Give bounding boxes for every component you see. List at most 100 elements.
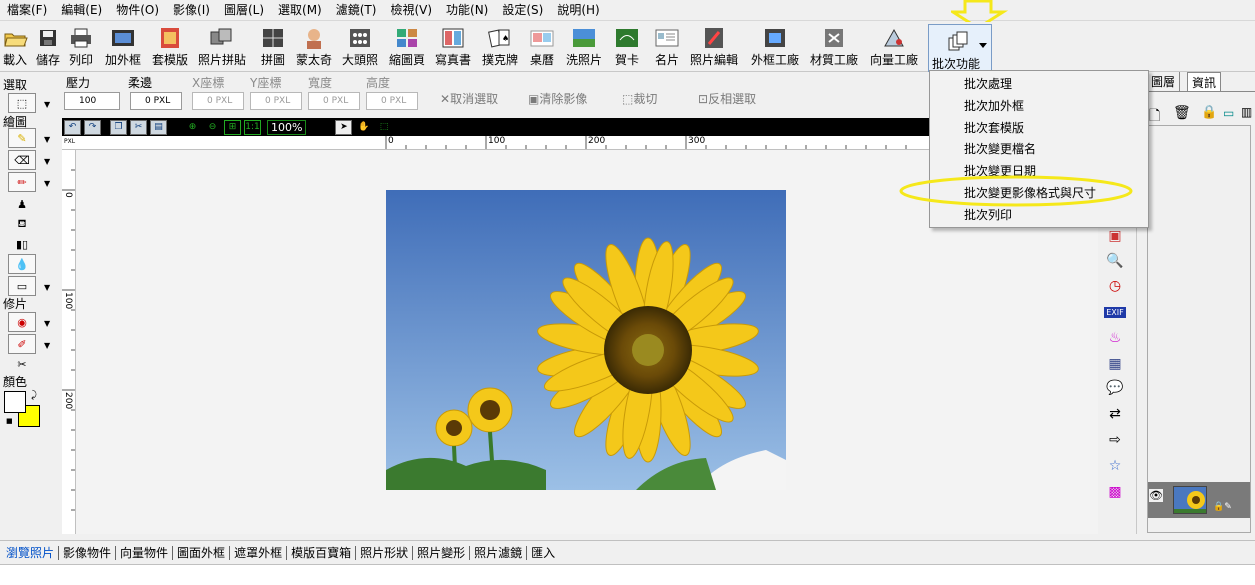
width-spinner[interactable]: 0 PXL bbox=[308, 92, 360, 110]
redo-button[interactable]: ↷ bbox=[84, 119, 101, 135]
menu-edit[interactable]: 編輯(E) bbox=[54, 0, 109, 21]
toolbar-button-montage[interactable]: 蒙太奇 bbox=[296, 24, 332, 70]
foreground-color-swatch[interactable] bbox=[4, 391, 26, 413]
arrow-button[interactable]: ⇨ bbox=[1104, 430, 1126, 450]
menu-item-batch-template[interactable]: 批次套模版 bbox=[964, 117, 1024, 139]
menu-view[interactable]: 檢視(V) bbox=[383, 0, 439, 21]
toolbar-button-print-photo[interactable]: 洗照片 bbox=[566, 24, 602, 70]
chevron-down-icon[interactable]: ▼ bbox=[44, 100, 50, 109]
tab-info[interactable]: 資訊 bbox=[1187, 72, 1222, 92]
clone-tool[interactable]: ✂ bbox=[8, 354, 36, 374]
retouch-brush-tool[interactable]: ✐ bbox=[8, 334, 36, 354]
menu-function[interactable]: 功能(N) bbox=[439, 0, 495, 21]
toolbar-button-calendar[interactable]: 桌曆 bbox=[529, 24, 555, 70]
clock-button[interactable]: ◷ bbox=[1104, 276, 1126, 296]
menu-image[interactable]: 影像(I) bbox=[166, 0, 217, 21]
red-eye-tool[interactable]: ◉ bbox=[8, 312, 36, 332]
menu-item-batch-frame[interactable]: 批次加外框 bbox=[964, 95, 1024, 117]
undo-button[interactable]: ↶ bbox=[64, 119, 81, 135]
tab-photo-filters[interactable]: 照片濾鏡 bbox=[470, 545, 528, 560]
chevron-down-icon[interactable]: ▼ bbox=[44, 179, 50, 188]
copy-button[interactable]: ❐ bbox=[110, 119, 127, 135]
menu-object[interactable]: 物件(O) bbox=[109, 0, 166, 21]
crop-button[interactable]: ⬚裁切 bbox=[622, 90, 657, 107]
toolbar-button-photo-book[interactable]: 寫真書 bbox=[435, 24, 471, 70]
menu-layer[interactable]: 圖層(L) bbox=[217, 0, 271, 21]
tab-vector-objects[interactable]: 向量物件 bbox=[116, 545, 174, 560]
toolbar-button-photo-edit[interactable]: 照片編輯 bbox=[690, 24, 738, 70]
menu-item-batch-rename[interactable]: 批次變更檔名 bbox=[964, 138, 1036, 160]
toolbar-button-template[interactable]: 套模版 bbox=[152, 24, 188, 70]
stamp-tool[interactable]: ♟ bbox=[8, 194, 36, 214]
y-spinner[interactable]: 0 PXL bbox=[250, 92, 302, 110]
invert-select-button[interactable]: ⊡反相選取 bbox=[698, 90, 756, 107]
menu-item-batch-process[interactable]: 批次處理 bbox=[964, 73, 1012, 95]
toolbar-button-texture-factory[interactable]: 材質工廠 bbox=[810, 24, 858, 70]
calendar-button[interactable]: ▦ bbox=[1104, 354, 1126, 374]
x-spinner[interactable]: 0 PXL bbox=[192, 92, 244, 110]
toolbar-button-business-card[interactable]: 名片 bbox=[654, 24, 680, 70]
lock-icon[interactable]: 🔒 bbox=[1201, 105, 1217, 120]
menu-select[interactable]: 選取(M) bbox=[271, 0, 329, 21]
tab-template-box[interactable]: 模版百寶箱 bbox=[287, 545, 357, 560]
toolbar-button-save[interactable]: 儲存 bbox=[35, 24, 61, 70]
fill-tool[interactable]: ⛾ bbox=[8, 214, 36, 234]
eraser-tool[interactable]: ⌫ bbox=[8, 150, 36, 170]
clear-image-button[interactable]: ▣清除影像 bbox=[528, 90, 587, 107]
brush-tool[interactable]: ✎ bbox=[8, 128, 36, 148]
tab-import[interactable]: 匯入 bbox=[527, 546, 559, 560]
tab-image-objects[interactable]: 影像物件 bbox=[59, 545, 117, 560]
menu-filter[interactable]: 濾鏡(T) bbox=[329, 0, 384, 21]
gradient-tool[interactable]: ▮▯ bbox=[8, 234, 36, 254]
comment-button[interactable]: 💬 bbox=[1104, 378, 1126, 398]
swap-colors-icon[interactable]: ⤸ bbox=[31, 390, 37, 401]
actual-size-button[interactable]: 1:1 bbox=[244, 119, 261, 135]
zoom-in-button[interactable]: ⊕ bbox=[184, 119, 201, 135]
menu-settings[interactable]: 設定(S) bbox=[495, 0, 550, 21]
toolbar-button-poker[interactable]: ♠ 撲克牌 bbox=[482, 24, 518, 70]
fit-button[interactable]: ⊞ bbox=[224, 119, 241, 135]
height-spinner[interactable]: 0 PXL bbox=[366, 92, 418, 110]
birthday-button[interactable]: ♨ bbox=[1104, 328, 1126, 348]
exif-button[interactable]: EXIF bbox=[1104, 302, 1126, 322]
layer-props-icon[interactable]: ▥ bbox=[1241, 105, 1252, 119]
chevron-down-icon[interactable]: ▼ bbox=[44, 319, 50, 328]
toolbar-button-load[interactable]: 載入 bbox=[2, 24, 28, 70]
toolbar-button-vector-factory[interactable]: 向量工廠 bbox=[870, 24, 918, 70]
eye-icon[interactable]: 👁 bbox=[1149, 489, 1163, 502]
cut-button[interactable]: ✂ bbox=[130, 119, 147, 135]
rect-select-tool[interactable]: ⬚ bbox=[8, 93, 36, 113]
pen-tool[interactable]: ✏ bbox=[8, 172, 36, 192]
menu-help[interactable]: 說明(H) bbox=[550, 0, 606, 21]
default-colors-icon[interactable]: ■ bbox=[6, 417, 13, 425]
feather-spinner[interactable]: 0 PXL bbox=[130, 92, 182, 110]
shape-tool[interactable]: ▭ bbox=[8, 276, 36, 296]
pointer-tool-button[interactable]: ➤ bbox=[335, 119, 353, 135]
eyedropper-tool[interactable]: 💧 bbox=[8, 254, 36, 274]
star-button[interactable]: ☆ bbox=[1104, 456, 1126, 476]
zoom-out-button[interactable]: ⊖ bbox=[204, 119, 221, 135]
toolbar-button-frame-factory[interactable]: 外框工廠 bbox=[751, 24, 799, 70]
tab-photo-warp[interactable]: 照片變形 bbox=[413, 545, 471, 560]
tab-mask-frames[interactable]: 遮罩外框 bbox=[230, 545, 288, 560]
chevron-down-icon[interactable]: ▼ bbox=[44, 135, 50, 144]
trash-icon[interactable]: 🗑 bbox=[1173, 105, 1191, 121]
cancel-select-button[interactable]: ✕取消選取 bbox=[440, 90, 498, 107]
toolbar-button-collage[interactable]: 照片拼貼 bbox=[198, 24, 246, 70]
chevron-down-icon[interactable]: ▼ bbox=[44, 341, 50, 350]
layer-tool-button[interactable]: ▣ bbox=[1104, 226, 1126, 246]
paste-button[interactable]: ▤ bbox=[150, 119, 167, 135]
tab-canvas-frames[interactable]: 圖面外框 bbox=[173, 545, 231, 560]
chevron-down-icon[interactable]: ▼ bbox=[44, 283, 50, 292]
toolbar-button-frame[interactable]: 加外框 bbox=[105, 24, 141, 70]
pressure-spinner[interactable]: 100 bbox=[64, 92, 120, 110]
toolbar-button-thumbnail[interactable]: 縮圖頁 bbox=[389, 24, 425, 70]
toolbar-button-print[interactable]: 列印 bbox=[68, 24, 94, 70]
sunflower-photo[interactable] bbox=[386, 190, 786, 490]
menu-file[interactable]: 檔案(F) bbox=[0, 0, 54, 21]
toolbar-button-greeting-card[interactable]: 賀卡 bbox=[614, 24, 640, 70]
tab-layer[interactable]: 圖層 bbox=[1147, 72, 1181, 91]
select-all-button[interactable]: ⬚ bbox=[375, 119, 393, 135]
monitor-icon[interactable]: ▭ bbox=[1223, 106, 1234, 120]
magnify-button[interactable]: 🔍 bbox=[1104, 251, 1126, 271]
